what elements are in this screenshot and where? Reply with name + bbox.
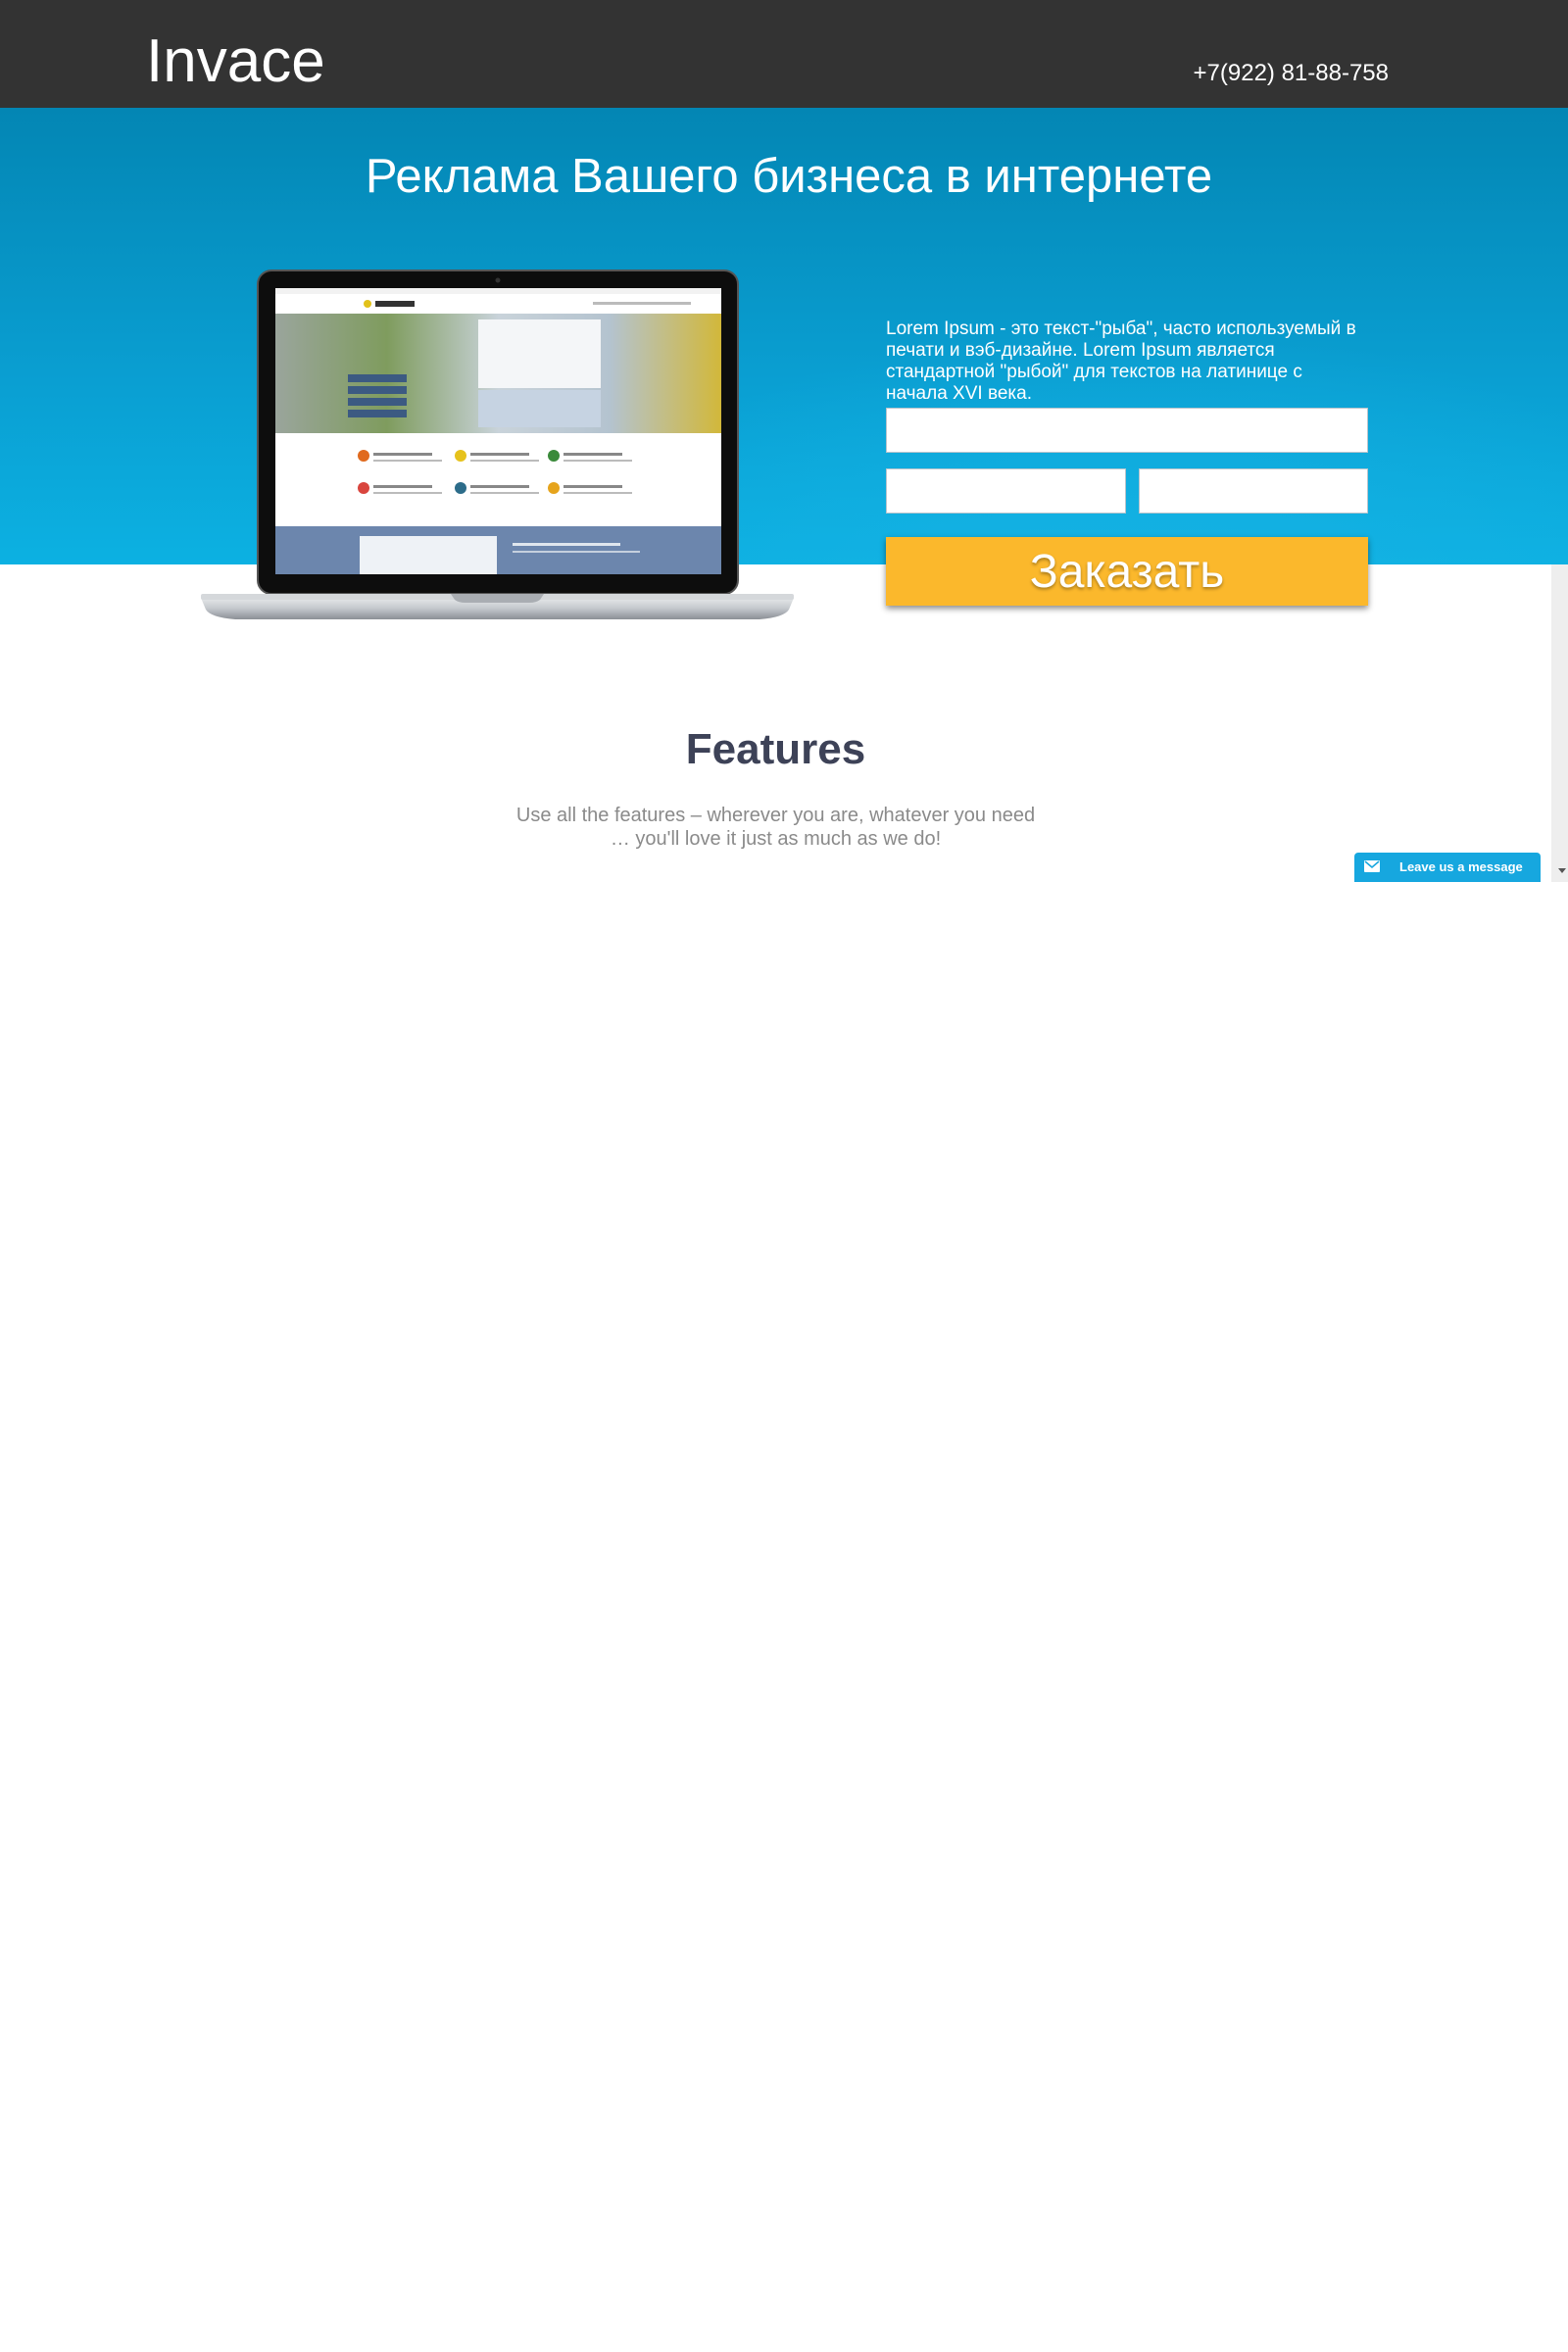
features-title: Features <box>685 725 866 773</box>
email-input[interactable] <box>1139 468 1368 514</box>
features-subtitle-line1: Use all the features – wherever you are,… <box>515 805 1036 826</box>
site-logo[interactable]: Invace <box>146 31 325 92</box>
site-header: Invace +7(922) 81-88-758 <box>0 0 1568 108</box>
phone-input[interactable] <box>886 468 1126 514</box>
envelope-icon <box>1364 860 1380 872</box>
features-subtitle: Use all the features – wherever you are,… <box>0 804 1551 851</box>
leave-message-widget[interactable]: Leave us a message <box>1354 853 1541 882</box>
name-input[interactable] <box>886 408 1368 453</box>
features-subtitle-line2: … you'll love it just as much as we do! <box>610 828 942 850</box>
laptop-image <box>201 270 794 619</box>
hero-description: Lorem Ipsum - это текст-"рыба", часто ис… <box>886 318 1356 404</box>
order-button[interactable]: Заказать <box>886 537 1368 606</box>
leave-message-label: Leave us a message <box>1399 859 1523 874</box>
scrollbar[interactable] <box>1551 564 1568 882</box>
header-phone[interactable]: +7(922) 81-88-758 <box>1194 60 1389 87</box>
scroll-down-arrow-icon[interactable] <box>1558 868 1566 873</box>
hero-title: Реклама Вашего бизнеса в интернете <box>365 150 1213 203</box>
